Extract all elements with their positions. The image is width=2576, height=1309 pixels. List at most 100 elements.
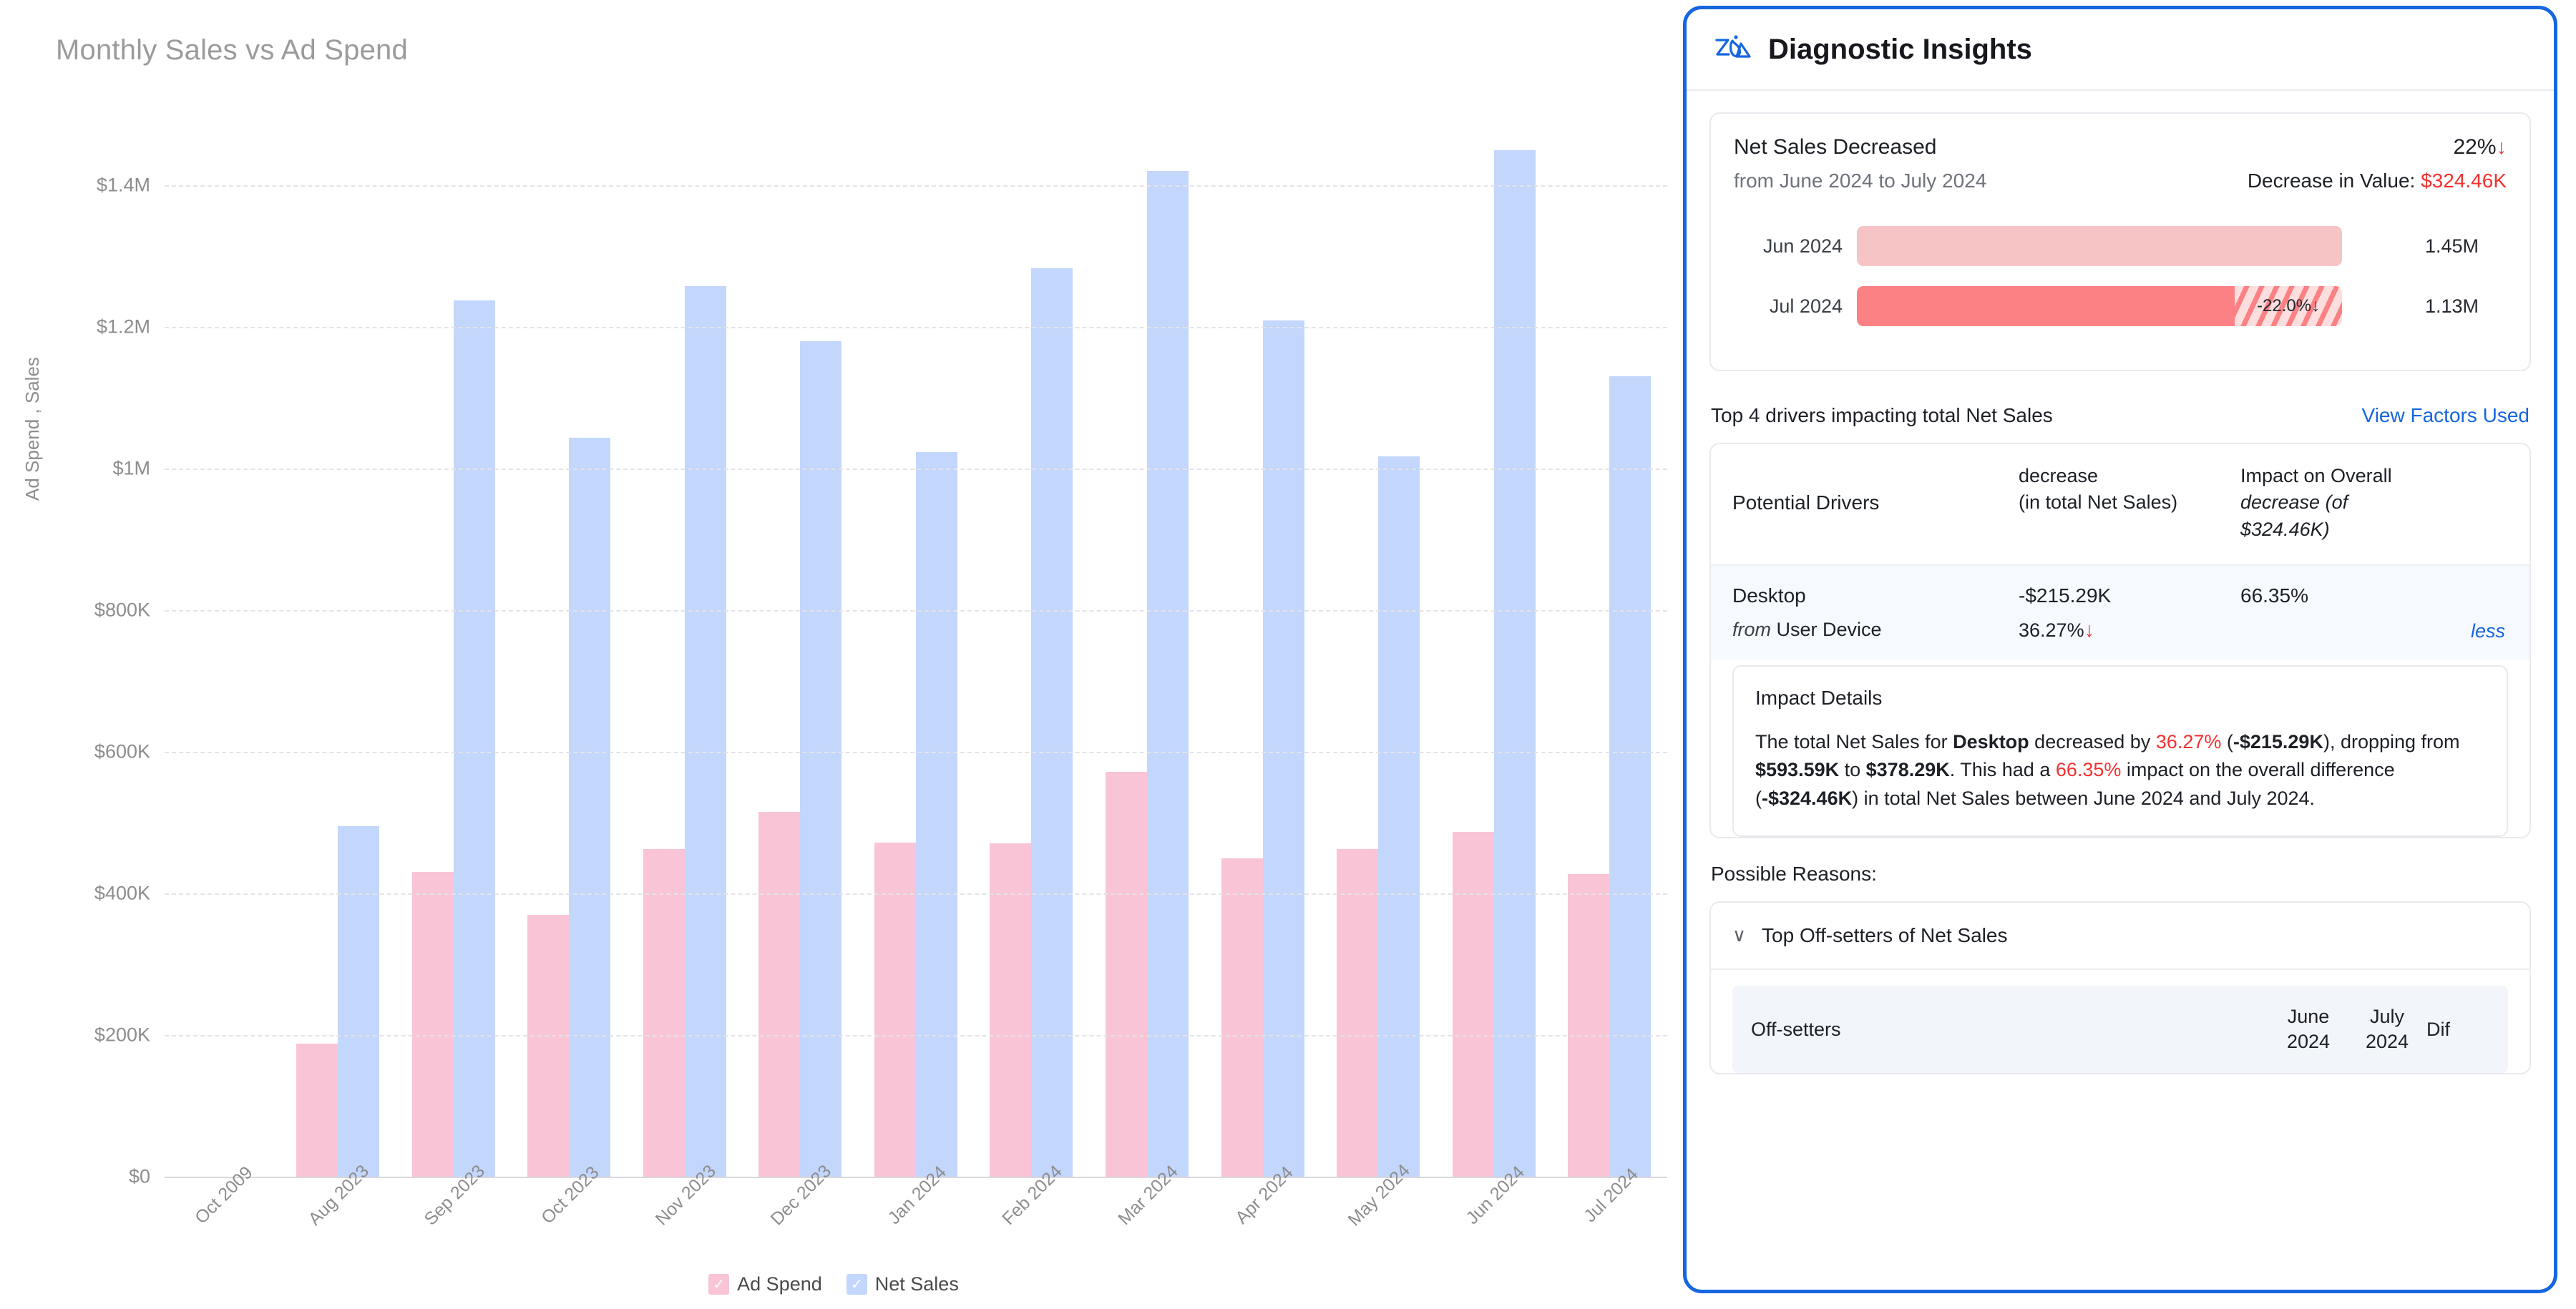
chart-bar[interactable]	[1337, 849, 1378, 1177]
chart-x-label-cell: Aug 2023	[280, 1184, 396, 1284]
col-header-decrease: decrease (in total Net Sales)	[2019, 463, 2240, 543]
chart-x-label-cell: Dec 2023	[743, 1184, 859, 1284]
chart-gridline	[165, 752, 1667, 753]
chart-bar[interactable]	[1221, 858, 1263, 1177]
off-setters-table: Off-setters June 2024 July 2024 Dif	[1711, 970, 2529, 1073]
chart-bar-group	[512, 114, 628, 1177]
chart-bar[interactable]	[412, 872, 454, 1177]
summary-down-arrow-icon: ↓	[2497, 136, 2507, 159]
off-col-header-july-line1: July	[2348, 1004, 2426, 1029]
chart-bar[interactable]	[1031, 268, 1073, 1177]
chevron-down-icon[interactable]: ∨	[1732, 924, 1746, 946]
comparison-bar-track	[1857, 226, 2409, 266]
chart-bar-group	[1551, 114, 1667, 1177]
chart-bar-group	[1436, 114, 1552, 1177]
col-header-impact-line2-text: decrease (of	[2240, 491, 2348, 513]
driver-from-prefix: from	[1732, 619, 1771, 640]
chart-bar[interactable]	[296, 1044, 338, 1177]
chart-bar[interactable]	[1263, 320, 1304, 1177]
impact-t3: (	[2221, 731, 2233, 752]
driver-row-desktop[interactable]: Desktop from User Device -$215.29K 36.27…	[1711, 566, 2529, 660]
chart-pane: Monthly Sales vs Ad Spend Ad Spend , Sal…	[0, 0, 1667, 1309]
impact-overall-pct: 66.35%	[2056, 759, 2122, 780]
chart-bar[interactable]	[800, 341, 841, 1177]
chart-bar[interactable]	[569, 438, 610, 1177]
driver-decrease-pct-value: 36.27%	[2019, 619, 2084, 641]
chart-x-label-cell: May 2024	[1320, 1184, 1436, 1284]
chart-y-tick-label: $600K	[0, 741, 150, 763]
chart-bar[interactable]	[1106, 772, 1147, 1177]
summary-top-row: Net Sales Decreased 22%↓	[1734, 135, 2507, 160]
chart-bar[interactable]	[916, 452, 957, 1177]
off-setters-table-header: Off-setters June 2024 July 2024 Dif	[1732, 986, 2508, 1073]
impact-details-box: Impact Details The total Net Sales for D…	[1732, 665, 2508, 837]
chart-gridline	[165, 185, 1667, 187]
legend-item-ad-spend[interactable]: ✓ Ad Spend	[708, 1273, 822, 1295]
comparison-bar-fill	[1857, 286, 2235, 326]
driver-toggle-less-link[interactable]: less	[2471, 620, 2505, 642]
comparison-bar-gap: -22.0%↓	[2235, 286, 2342, 326]
panel-title: Diagnostic Insights	[1768, 34, 2032, 66]
legend-checkbox-net-sales[interactable]: ✓	[847, 1274, 867, 1295]
chart-bar-group	[165, 114, 280, 1177]
view-factors-used-link[interactable]: View Factors Used	[2362, 404, 2529, 427]
impact-t6: . This had a	[1950, 759, 2056, 780]
possible-reasons-label: Possible Reasons:	[1687, 863, 2554, 886]
chart-bar[interactable]	[1147, 171, 1189, 1177]
chart-bar[interactable]	[685, 286, 726, 1177]
comparison-row-value: 1.13M	[2409, 295, 2507, 318]
impact-driver-name: Desktop	[1953, 731, 2029, 752]
diagnostic-insights-panel: Diagnostic Insights Net Sales Decreased …	[1683, 6, 2557, 1293]
chart-y-tick-label: $0	[0, 1166, 150, 1188]
chart-bar[interactable]	[338, 826, 379, 1177]
chart-gridline	[165, 327, 1667, 328]
driver-impact-pct: 66.35%	[2240, 584, 2508, 607]
chart-bar[interactable]	[643, 849, 685, 1177]
chart-gridline	[165, 610, 1667, 612]
chart-bar[interactable]	[874, 843, 916, 1177]
chart-bar-group	[280, 114, 396, 1177]
chart-bar[interactable]	[527, 915, 569, 1177]
chart-bar[interactable]	[1453, 832, 1494, 1177]
off-col-header-june-line1: June	[2269, 1004, 2348, 1029]
chart-gridline	[165, 469, 1667, 470]
chart-y-tick-label: $1.4M	[0, 175, 150, 197]
impact-to-value: $378.29K	[1866, 759, 1950, 780]
possible-reasons-card: ∨ Top Off-setters of Net Sales Off-sette…	[1709, 901, 2531, 1074]
comparison-row-label: Jul 2024	[1734, 295, 1857, 318]
summary-bottom-row: from June 2024 to July 2024 Decrease in …	[1734, 160, 2507, 192]
chart-bar[interactable]	[1568, 874, 1609, 1177]
chart-x-axis-labels: Oct 2009Aug 2023Sep 2023Oct 2023Nov 2023…	[165, 1184, 1667, 1284]
chart-gridline	[165, 1177, 1667, 1178]
legend-item-net-sales[interactable]: ✓ Net Sales	[847, 1273, 959, 1295]
driver-from-value: User Device	[1777, 619, 1882, 640]
off-col-header-june: June 2024	[2269, 1004, 2348, 1054]
chart-y-tick-label: $400K	[0, 883, 150, 905]
summary-decrease-label: Decrease in Value:	[2248, 170, 2416, 192]
chart-bar-group	[627, 114, 743, 1177]
legend-checkbox-ad-spend[interactable]: ✓	[708, 1274, 729, 1295]
impact-t8: ) in total Net Sales between June 2024 a…	[1852, 788, 2315, 809]
comparison-row: Jun 20241.45M	[1734, 224, 2507, 268]
chart-x-label-cell: Jul 2024	[1551, 1184, 1667, 1284]
chart-x-label-cell: Apr 2024	[1205, 1184, 1321, 1284]
chart-bar[interactable]	[758, 812, 800, 1177]
driver-name-cell: Desktop from User Device	[1732, 584, 2019, 642]
chart-plot-area: $0$200K$400K$600K$800K$1M$1.2M$1.4M	[165, 114, 1667, 1177]
chart-bar[interactable]	[454, 300, 495, 1177]
col-header-impact-line1: Impact on Overall	[2240, 463, 2508, 489]
reason-section-header[interactable]: ∨ Top Off-setters of Net Sales	[1711, 903, 2529, 970]
chart-bar[interactable]	[1378, 456, 1420, 1177]
col-header-impact-line2: decrease (of	[2240, 489, 2508, 516]
chart-x-label-cell: Sep 2023	[396, 1184, 512, 1284]
impact-t2: decreased by	[2029, 731, 2156, 752]
chart-bar[interactable]	[1609, 376, 1651, 1177]
chart-bar-group	[858, 114, 974, 1177]
summary-headline: Net Sales Decreased	[1734, 135, 1936, 160]
chart-bar[interactable]	[1494, 150, 1536, 1177]
impact-details-text: The total Net Sales for Desktop decrease…	[1755, 728, 2485, 813]
chart-bar-group	[743, 114, 859, 1177]
chart-y-tick-label: $800K	[0, 599, 150, 622]
col-header-impact-line3: $324.46K)	[2240, 516, 2508, 543]
chart-x-label-cell: Jan 2024	[858, 1184, 974, 1284]
